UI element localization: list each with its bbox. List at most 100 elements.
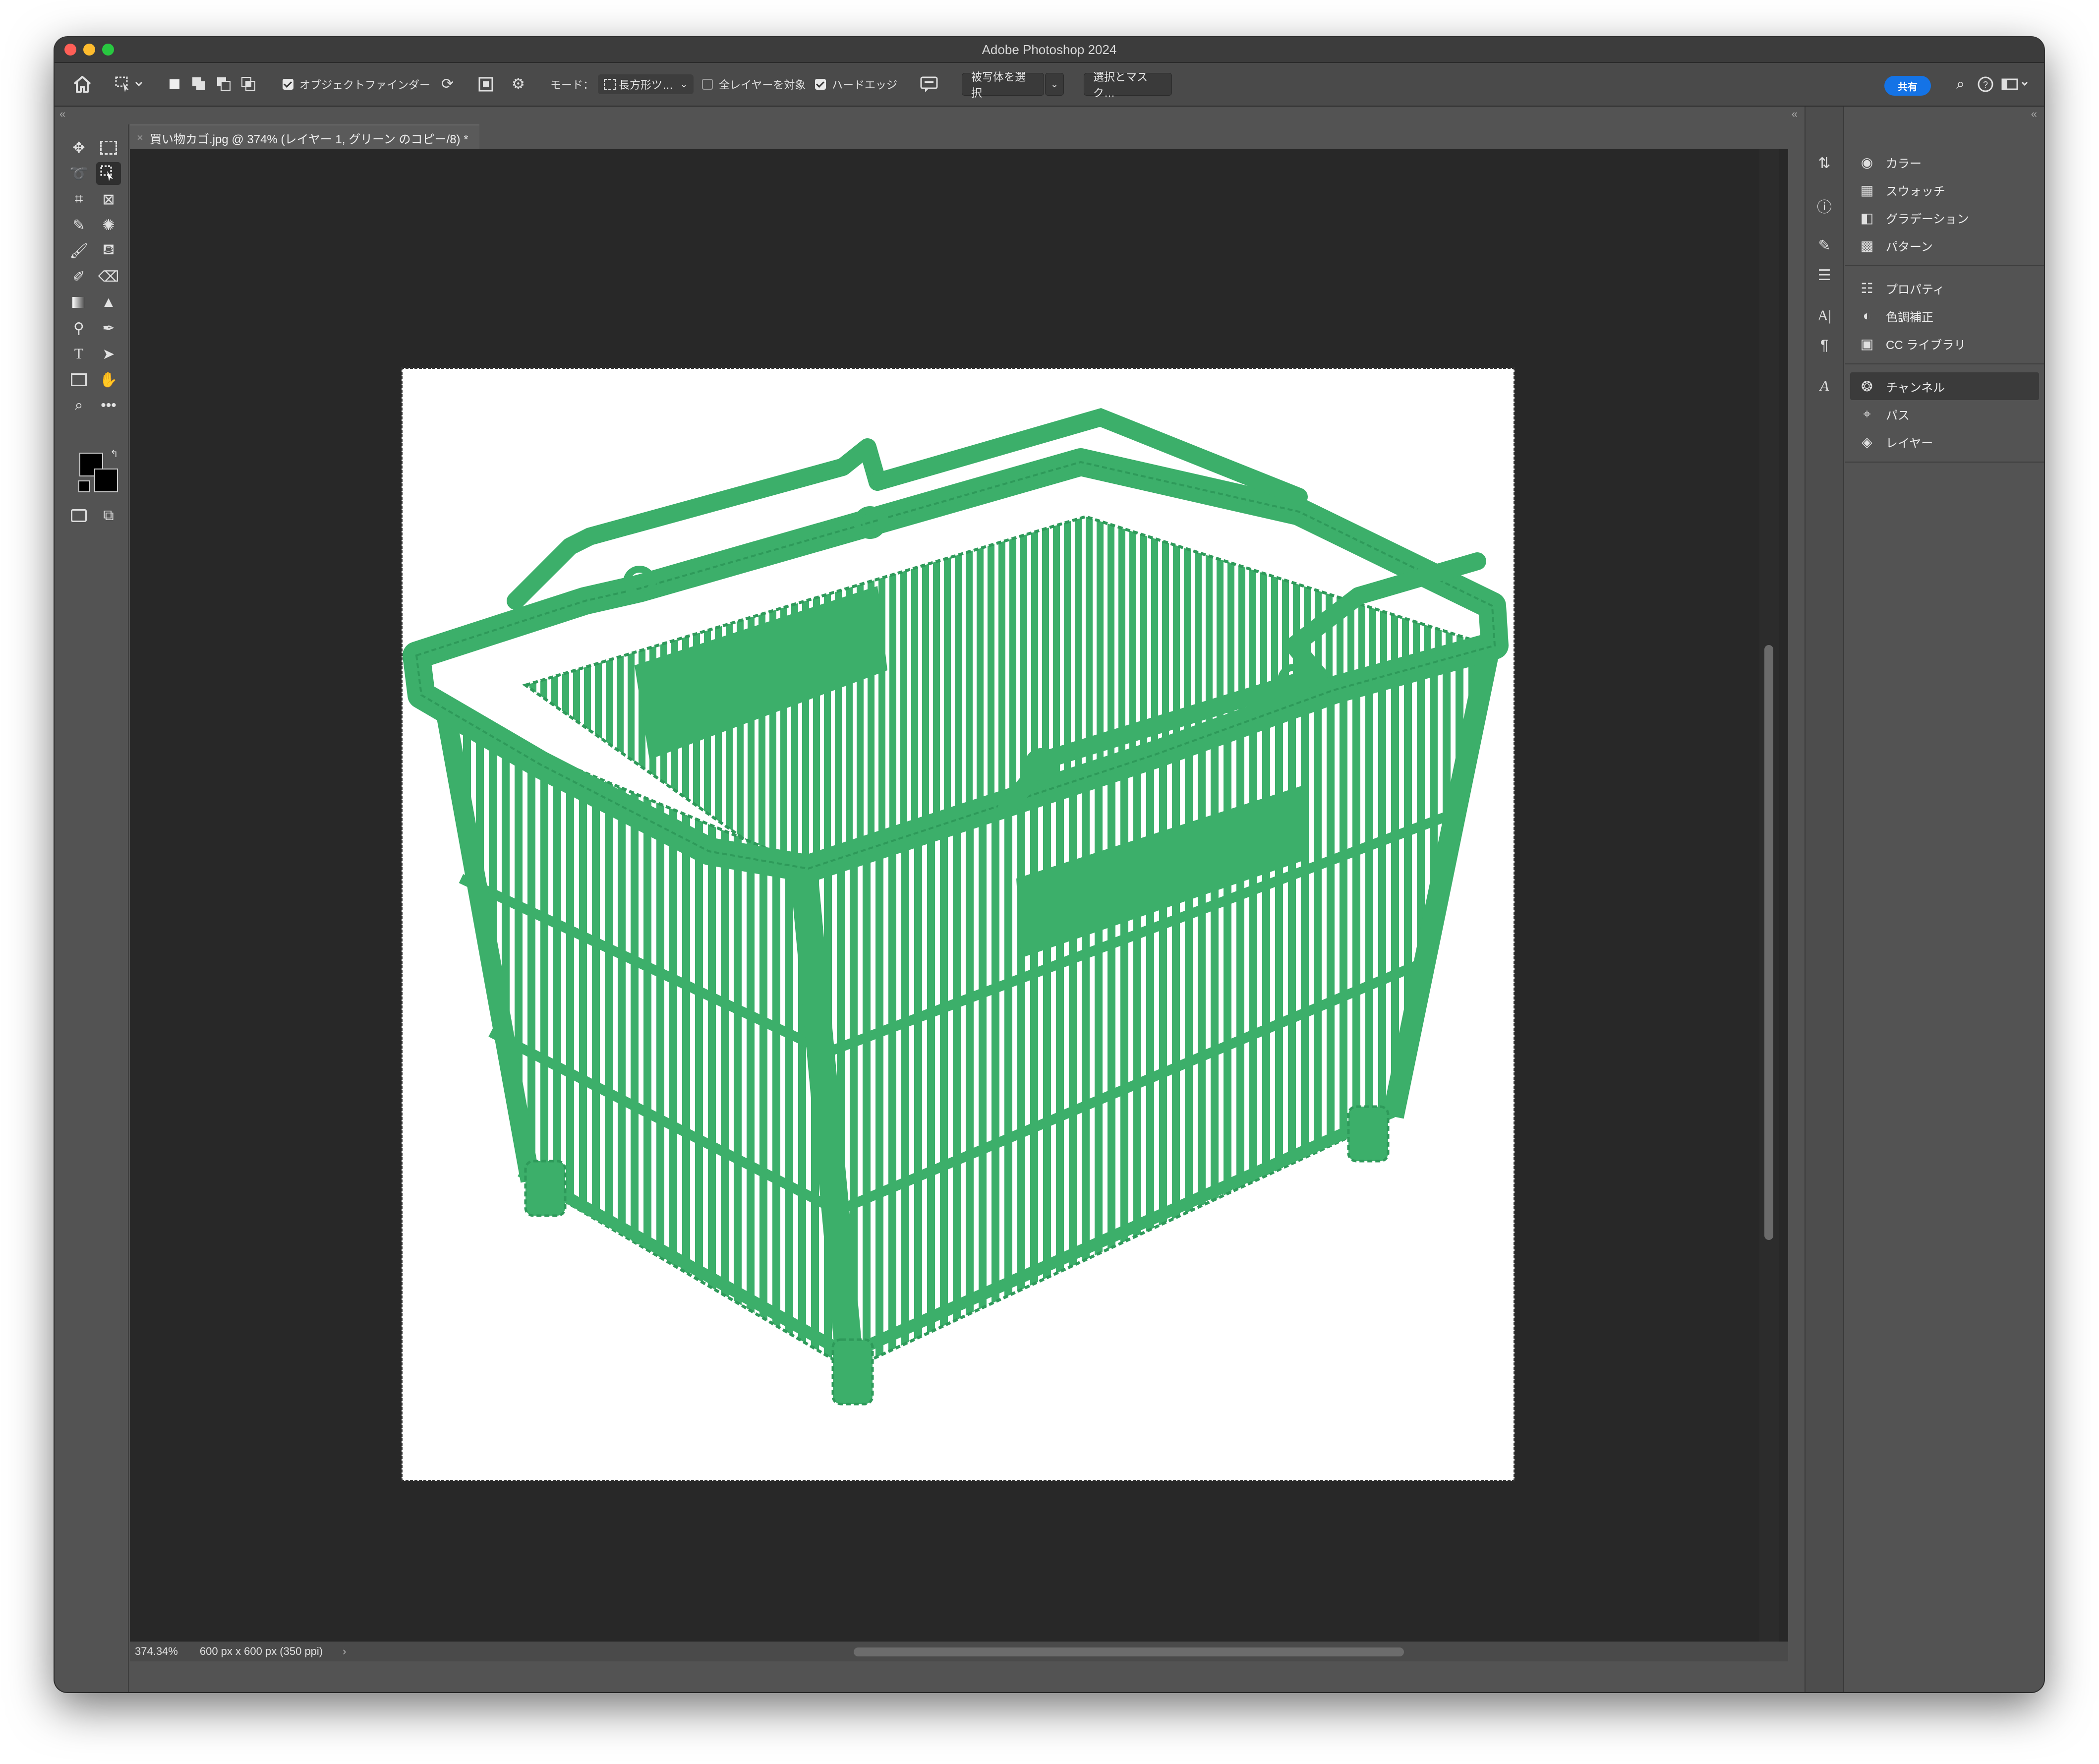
gradient-tool[interactable] — [66, 291, 91, 314]
paragraph-panel-button[interactable]: ¶ — [1812, 334, 1836, 357]
info-panel-button[interactable]: ⓘ — [1812, 194, 1836, 218]
panel-label: プロパティ — [1886, 283, 1945, 296]
character-panel-button[interactable]: A| — [1812, 304, 1836, 328]
paragraph-icon: ¶ — [1820, 337, 1829, 353]
clone-stamp-tool[interactable]: ⛾ — [96, 239, 121, 262]
panel-group-color: ◉ カラー ▦ スウォッチ ◧ グラデーション ▩ パターン — [1845, 148, 2044, 272]
marquee-tool[interactable] — [96, 136, 121, 159]
hard-edge-toggle[interactable]: ハードエッジ — [815, 74, 897, 95]
sample-all-layers-checkbox[interactable] — [702, 79, 713, 90]
select-subject-dropdown[interactable]: ⌄ — [1045, 73, 1064, 96]
new-selection-button[interactable] — [166, 74, 183, 95]
show-objects-icon — [478, 77, 493, 92]
tool-presets-button[interactable]: ☰ — [1812, 263, 1836, 287]
frame-tool[interactable]: ⊠ — [96, 188, 121, 211]
brush-settings-icon: ✎ — [1818, 237, 1831, 254]
tool-preset-picker[interactable] — [114, 74, 144, 95]
show-all-objects-button[interactable] — [477, 74, 495, 95]
type-tool[interactable]: T — [66, 343, 91, 365]
panel-divider — [1845, 265, 2044, 266]
panel-tab-patterns[interactable]: ▩ パターン — [1845, 232, 2044, 259]
zoom-tool[interactable]: ⌕ — [66, 394, 91, 417]
document-tab-title: 買い物カゴ.jpg @ 374% (レイヤー 1, グリーン のコピー/8) * — [150, 132, 468, 146]
feedback-button[interactable] — [919, 74, 939, 95]
glyphs-panel-button[interactable]: A — [1812, 374, 1836, 398]
lasso-tool[interactable]: ➰ — [66, 162, 91, 185]
eyedropper-tool[interactable]: ✎ — [66, 214, 91, 236]
hard-edge-label: ハードエッジ — [832, 79, 898, 91]
zoom-level[interactable]: 374.34% — [135, 1645, 178, 1658]
document-canvas[interactable] — [401, 367, 1515, 1481]
panel-divider — [1845, 462, 2044, 463]
close-tab-icon[interactable]: × — [137, 131, 143, 144]
search-button[interactable]: ⌕ — [1956, 74, 1965, 95]
hand-tool[interactable]: ✋ — [96, 368, 121, 391]
dodge-tool[interactable]: ⚲ — [66, 317, 91, 340]
vertical-scrollbar[interactable] — [1759, 149, 1779, 1642]
canvas-area[interactable] — [130, 149, 1788, 1642]
panel-divider — [1845, 363, 2044, 364]
pen-tool[interactable]: ✒ — [96, 317, 121, 340]
type-icon: T — [74, 346, 84, 362]
help-button[interactable]: ? — [1977, 74, 1994, 95]
swap-colors-icon[interactable]: ↰ — [110, 448, 118, 460]
adjustments-icon: ◐ — [1863, 308, 1871, 323]
collapse-panels-icon[interactable]: « — [2031, 108, 2037, 120]
panel-label: スウォッチ — [1886, 184, 1945, 198]
chevron-down-icon: ⌄ — [680, 79, 688, 89]
quick-mask-button[interactable] — [66, 504, 91, 527]
workspace-switcher[interactable] — [2000, 74, 2030, 95]
sample-all-layers-toggle[interactable]: 全レイヤーを対象 — [702, 74, 806, 95]
status-menu-arrow[interactable]: › — [343, 1645, 346, 1658]
object-finder-toggle[interactable]: オブジェクトファインダー — [283, 74, 430, 95]
collapse-icons-icon[interactable]: « — [1792, 108, 1798, 120]
object-finder-checkbox[interactable] — [283, 79, 293, 90]
intersect-selection-button[interactable] — [240, 74, 258, 95]
brush-tool[interactable]: 🖌 — [66, 239, 91, 262]
vertical-scroll-thumb[interactable] — [1764, 645, 1773, 1240]
spot-healing-tool[interactable]: ✺ — [96, 214, 121, 236]
more-tools[interactable]: ••• — [96, 394, 121, 417]
rectangle-tool[interactable] — [66, 368, 91, 391]
select-subject-group: 被写体を選択 ⌄ — [962, 71, 1064, 99]
panel-tab-layers[interactable]: ◈ レイヤー — [1845, 428, 2044, 456]
history-panel-button[interactable]: ⇅ — [1812, 151, 1836, 175]
subtract-selection-button[interactable] — [215, 74, 233, 95]
select-and-mask-button[interactable]: 選択とマスク… — [1084, 71, 1172, 99]
panel-tab-gradients[interactable]: ◧ グラデーション — [1845, 204, 2044, 232]
move-tool[interactable]: ✥ — [66, 136, 91, 159]
add-to-selection-button[interactable] — [190, 74, 208, 95]
crop-icon: ⌗ — [74, 191, 83, 207]
panel-tab-channels[interactable]: ❂ チャンネル — [1850, 372, 2039, 400]
search-icon: ⌕ — [1956, 76, 1965, 92]
brush-settings-button[interactable]: ✎ — [1812, 234, 1836, 257]
hard-edge-checkbox[interactable] — [815, 79, 826, 90]
collapse-toolbar-icon[interactable]: « — [59, 108, 65, 120]
blur-tool[interactable]: ▲ — [96, 291, 121, 314]
panel-tab-color[interactable]: ◉ カラー — [1845, 148, 2044, 176]
horizontal-scroll-thumb[interactable] — [854, 1647, 1404, 1656]
panel-tab-paths[interactable]: ⌖ パス — [1845, 400, 2044, 428]
info-icon: ⓘ — [1817, 199, 1832, 216]
move-icon: ✥ — [72, 139, 85, 156]
object-selection-tool[interactable] — [96, 162, 121, 185]
mode-select[interactable]: 長方形ツ… ⌄ — [598, 74, 694, 94]
eraser-tool[interactable]: ⌫ — [96, 265, 121, 288]
refresh-button[interactable]: ⟳ — [441, 74, 454, 95]
history-brush-tool[interactable]: ✐ — [66, 265, 91, 288]
screen-mode-button[interactable]: ⧉ — [96, 504, 121, 527]
share-button[interactable]: 共有 — [1884, 76, 1931, 96]
path-selection-tool[interactable]: ➤ — [96, 343, 121, 365]
panel-tab-libraries[interactable]: ▣ CC ライブラリ — [1845, 330, 2044, 357]
select-subject-button[interactable]: 被写体を選択 — [962, 71, 1044, 99]
document-tab[interactable]: × 買い物カゴ.jpg @ 374% (レイヤー 1, グリーン のコピー/8)… — [130, 124, 479, 150]
panel-tab-swatches[interactable]: ▦ スウォッチ — [1845, 176, 2044, 204]
default-colors-icon[interactable] — [78, 480, 90, 492]
panel-tab-adjustments[interactable]: ◐ 色調補正 — [1845, 302, 2044, 330]
home-button[interactable] — [72, 74, 92, 95]
settings-button[interactable]: ⚙ — [512, 74, 525, 95]
crop-tool[interactable]: ⌗ — [66, 188, 91, 211]
panel-tab-properties[interactable]: ☷ プロパティ — [1845, 274, 2044, 302]
panel-label: CC ライブラリ — [1886, 338, 1966, 352]
background-color-swatch[interactable] — [94, 469, 118, 492]
